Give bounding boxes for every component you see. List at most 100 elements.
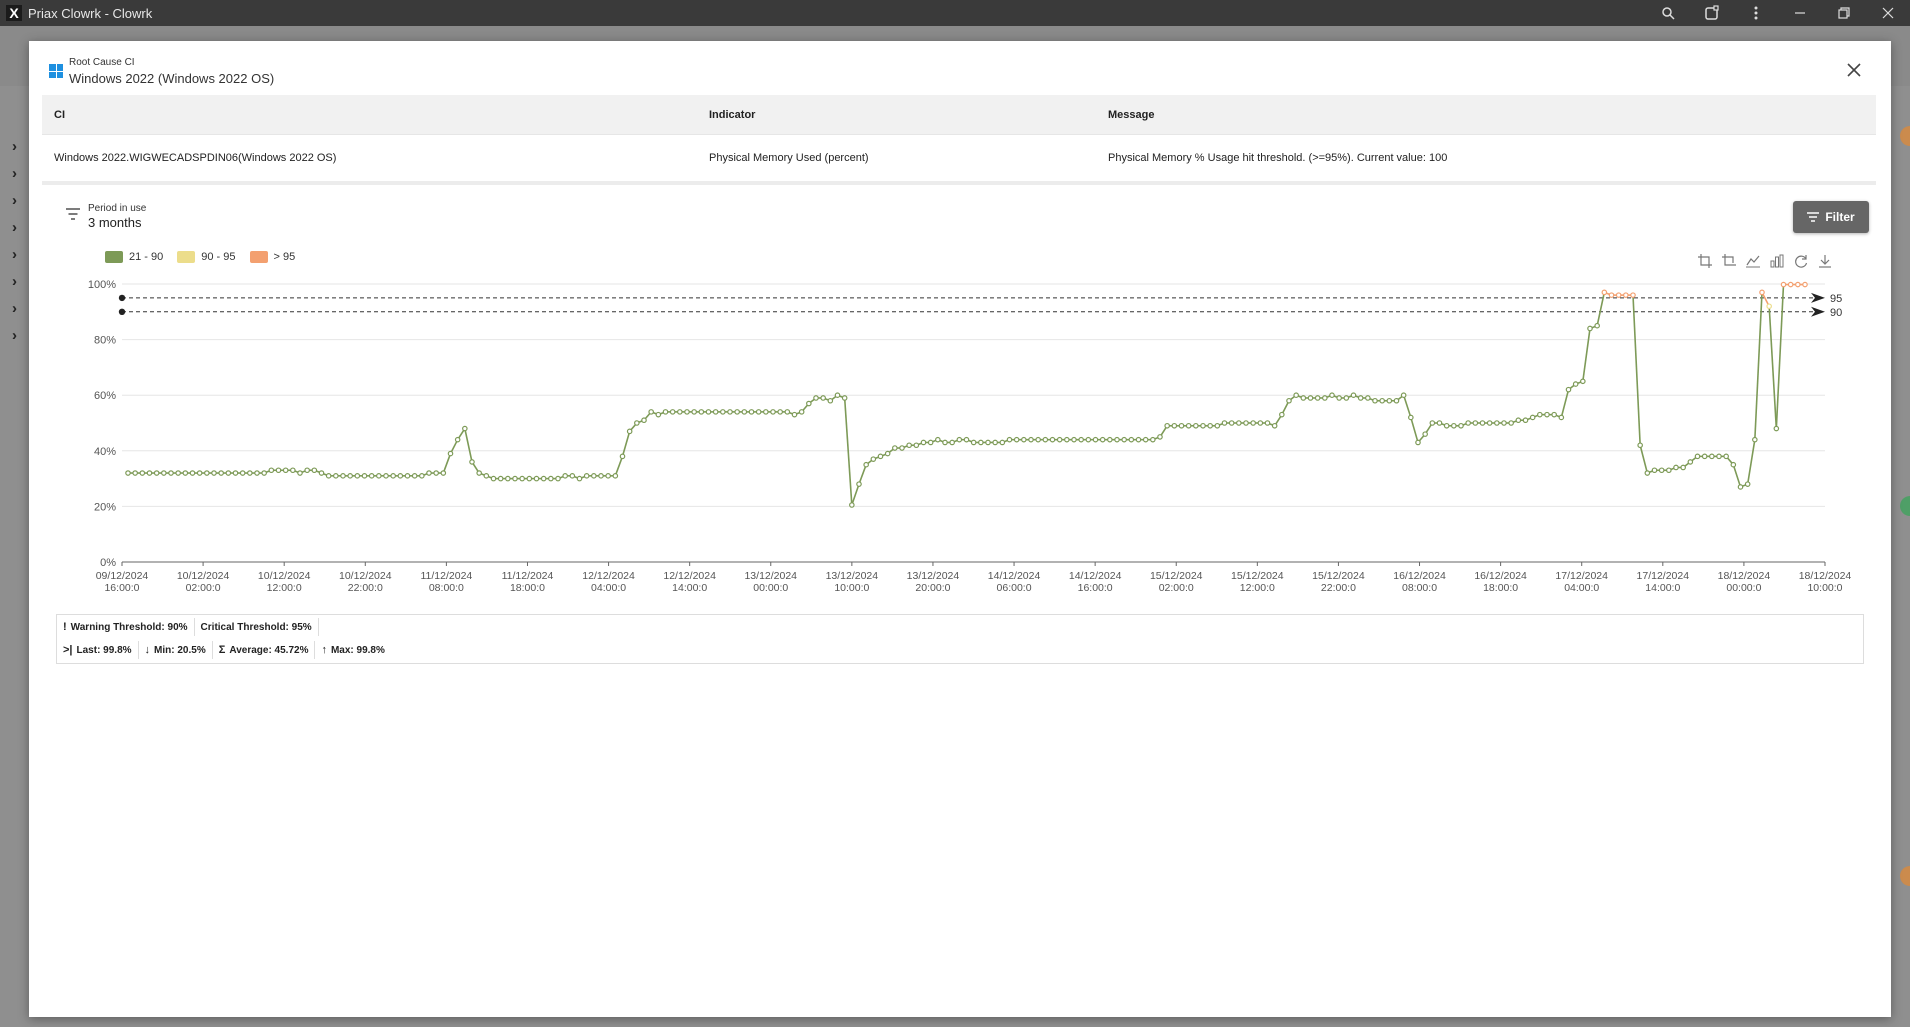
data-point [1694,453,1701,460]
data-point [333,473,339,479]
x-tick-label: 13/12/2024 [907,570,960,582]
data-point [325,473,332,479]
x-tick-label: 12/12/2024 [663,570,716,582]
data-point [1479,420,1486,426]
last-stat: >| Last: 99.8% [57,641,139,659]
data-point [275,467,282,474]
memory-usage-chart: 0% 20% 40% 60% 80% 100% 09/12/2024 16:00:0 10/12… [29,241,1891,641]
bar-chart-icon[interactable] [1769,253,1785,269]
search-icon[interactable] [1646,0,1690,26]
column-header-indicator: Indicator [709,108,756,121]
zoom-select-icon[interactable] [1697,253,1713,269]
max-stat: ↑ Max: 99.8% [315,641,390,659]
data-point [1443,422,1450,429]
window-close-icon[interactable] [1866,0,1910,26]
data-point [619,453,626,460]
data-point [1608,292,1615,298]
filter-button[interactable]: Filter [1793,201,1869,233]
data-point [1250,420,1256,426]
minimize-icon[interactable] [1778,0,1822,26]
x-tick-label: 12:00:0 [1240,582,1275,594]
close-icon[interactable] [1845,61,1863,79]
x-tick-label: 00:00:0 [753,582,788,594]
data-point [1379,397,1385,404]
data-point [376,473,382,479]
data-point [691,409,697,415]
more-menu-icon[interactable] [1734,0,1778,26]
data-point [462,425,468,432]
data-point [1594,322,1600,329]
data-point [411,473,418,479]
legend-swatch [177,251,196,263]
zoom-reset-icon[interactable] [1721,253,1737,269]
data-point [648,409,654,415]
restore-icon[interactable] [1822,0,1866,26]
data-point [1486,420,1493,426]
data-point [1544,411,1550,418]
chevron-right-icon: › [12,219,17,236]
x-tick-label: 20:00:0 [915,582,950,594]
data-point [1271,422,1278,429]
modal-kicker: Root Cause CI [69,57,135,68]
data-point [1307,395,1314,401]
x-tick-label: 02:00:0 [186,582,221,594]
background-status-marker [1900,496,1910,516]
data-point [748,409,755,415]
extensions-icon[interactable] [1690,0,1734,26]
x-tick-label: 22:00:0 [348,582,383,594]
data-point [1279,411,1285,418]
x-tick-label: 08:00:0 [429,582,464,594]
legend-item-21-90[interactable]: 21 - 90 [105,251,163,263]
data-point [368,473,375,479]
legend-item-90-95[interactable]: 90 - 95 [177,251,236,263]
y-tick-label: 80% [94,335,116,347]
data-point [1537,411,1543,418]
x-tick-label: 06:00:0 [997,582,1032,594]
data-point [1300,395,1307,401]
data-point [1451,422,1457,429]
y-tick-label: 0% [100,557,116,569]
stats-panel: ! Warning Threshold: 90% Critical Thresh… [56,614,1864,664]
data-point [963,436,970,443]
data-point [1372,397,1378,404]
chart-legend: 21 - 90 90 - 95 > 95 [105,251,295,263]
data-point [662,409,669,415]
series-segment [1632,295,1641,446]
legend-item-over-95[interactable]: > 95 [249,251,295,263]
x-tick-label: 10:00:0 [1807,582,1842,594]
line-chart-icon[interactable] [1745,253,1761,269]
data-point [884,450,891,457]
series-segment [851,483,860,506]
data-point [469,459,475,465]
data-point [1322,395,1328,401]
data-point [1752,436,1758,443]
data-point [132,470,138,476]
x-tick-label: 02:00:0 [1159,582,1194,594]
data-point [1623,292,1629,298]
data-point [591,473,597,479]
chevron-right-icon: › [12,192,17,209]
data-point [970,439,977,446]
x-tick-label: 12/12/2024 [582,570,635,582]
data-point [519,475,525,482]
indicator-cell: Physical Memory Used (percent) [709,152,869,164]
data-point [806,400,812,407]
data-point [1580,378,1586,385]
data-point [1286,397,1292,404]
table-row[interactable]: Windows 2022.WIGWECADSPDIN06(Windows 202… [42,134,1876,185]
x-tick-label: 16:00:0 [1078,582,1113,594]
table-header: CI Indicator Message [42,95,1876,134]
last-value-icon: >| [63,644,73,656]
download-icon[interactable] [1817,253,1833,269]
x-tick-label: 08:00:0 [1402,582,1437,594]
data-point [1644,470,1651,476]
data-point [1214,422,1221,429]
refresh-icon[interactable] [1793,253,1809,269]
x-tick-label: 16/12/2024 [1393,570,1446,582]
ci-table: CI Indicator Message Windows 2022.WIGWEC… [42,95,1876,185]
legend-label: 21 - 90 [129,251,164,263]
data-point [1458,422,1464,429]
data-point [669,409,676,415]
column-header-message: Message [1108,108,1155,121]
x-tick-label: 13/12/2024 [744,570,797,582]
